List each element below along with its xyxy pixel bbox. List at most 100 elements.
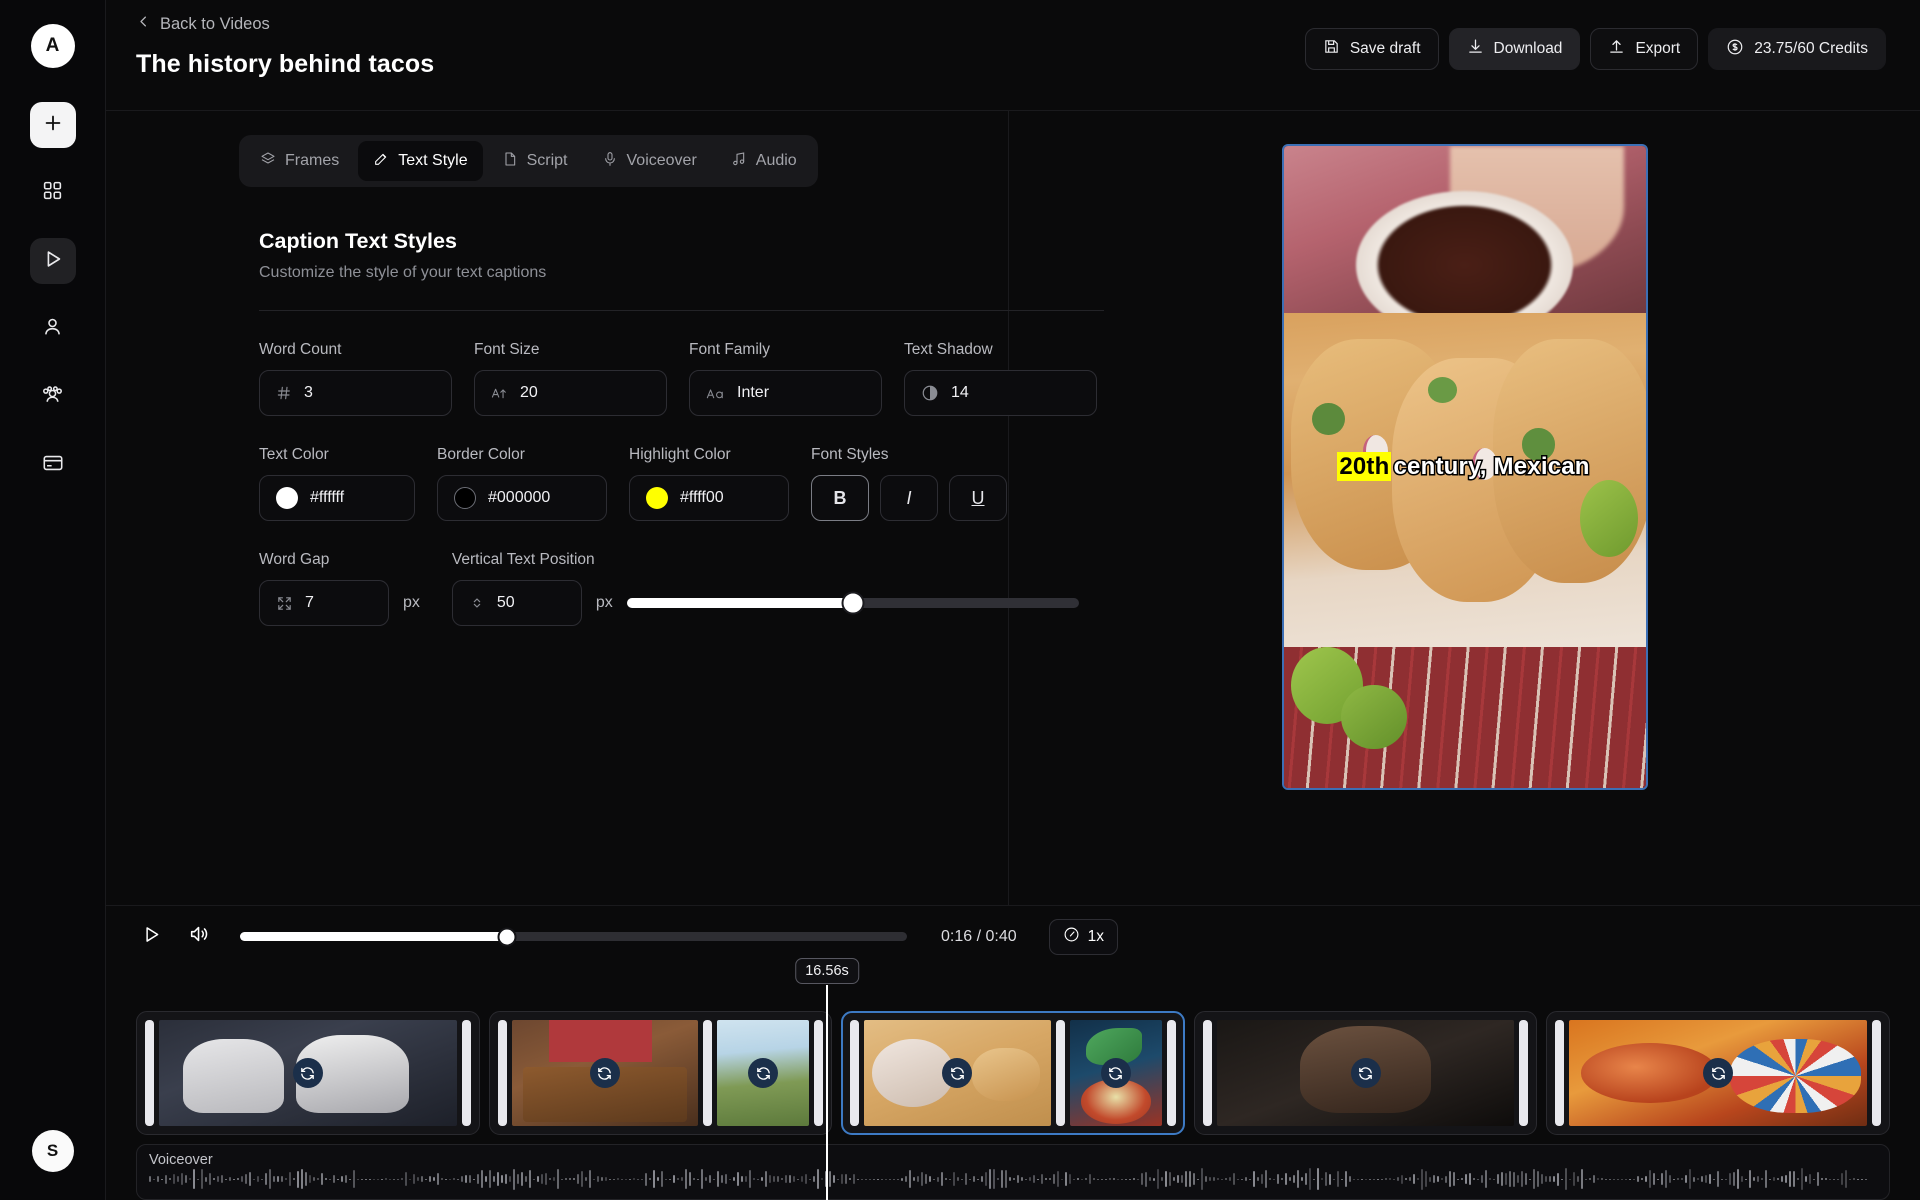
text-color-picker[interactable]: #ffffff [259, 475, 415, 521]
clip-handle-mid[interactable] [1056, 1020, 1065, 1126]
italic-button[interactable]: I [880, 475, 938, 521]
credits-button[interactable]: 23.75/60 Credits [1708, 28, 1886, 70]
table-row[interactable] [1194, 1011, 1538, 1135]
clip-handle-left[interactable] [498, 1020, 507, 1126]
tab-script[interactable]: Script [487, 141, 583, 181]
field-vertical-position: Vertical Text Position 50 px [452, 551, 1079, 626]
field-font-size: Font Size 20 [474, 341, 667, 416]
play-button[interactable] [136, 922, 166, 952]
border-color-picker[interactable]: #000000 [437, 475, 607, 521]
clip-handle-left[interactable] [850, 1020, 859, 1126]
word-count-input[interactable]: 3 [259, 370, 452, 416]
highlight-color-value: #ffff00 [680, 489, 724, 507]
playback-progress-slider[interactable] [240, 932, 907, 941]
table-row[interactable] [841, 1011, 1185, 1135]
tab-frames[interactable]: Frames [245, 141, 354, 181]
expand-icon [276, 595, 293, 612]
regenerate-icon[interactable] [1351, 1058, 1381, 1088]
clip-thumbnail [512, 1020, 699, 1126]
clip-handle-right[interactable] [1167, 1020, 1176, 1126]
progress-fill [240, 932, 507, 941]
back-to-videos-link[interactable]: Back to Videos [136, 14, 434, 34]
underline-button[interactable]: U [949, 475, 1007, 521]
clip-handle-right[interactable] [1872, 1020, 1881, 1126]
sidebar-item-team[interactable] [30, 374, 76, 420]
download-icon [1467, 38, 1484, 60]
sidebar-item-account[interactable] [30, 306, 76, 352]
vertical-position-input[interactable]: 50 [452, 580, 582, 626]
clip-handle-right[interactable] [462, 1020, 471, 1126]
top-bar: Back to Videos The history behind tacos … [106, 0, 1920, 110]
export-button[interactable]: Export [1590, 28, 1698, 70]
font-family-input[interactable]: Inter [689, 370, 882, 416]
playback-speed-button[interactable]: 1x [1049, 919, 1118, 955]
table-row[interactable] [136, 1011, 480, 1135]
field-word-gap: Word Gap 7 px [259, 551, 420, 626]
preview-caption: 20thcentury, Mexican [1284, 453, 1646, 481]
word-gap-input[interactable]: 7 [259, 580, 389, 626]
vertical-position-slider[interactable] [627, 598, 1079, 608]
regenerate-icon[interactable] [942, 1058, 972, 1088]
regenerate-icon[interactable] [1703, 1058, 1733, 1088]
regenerate-icon[interactable] [293, 1058, 323, 1088]
tab-voiceover[interactable]: Voiceover [587, 141, 712, 181]
vertical-position-unit: px [596, 594, 613, 612]
clip-handle-right[interactable] [814, 1020, 823, 1126]
field-font-family: Font Family Inter [689, 341, 882, 416]
main-area: Back to Videos The history behind tacos … [106, 0, 1920, 1200]
sidebar-item-videos[interactable] [30, 238, 76, 284]
highlight-color-swatch[interactable] [646, 487, 668, 509]
regenerate-icon[interactable] [748, 1058, 778, 1088]
field-text-color: Text Color #ffffff [259, 446, 415, 521]
regenerate-icon[interactable] [1101, 1058, 1131, 1088]
border-color-swatch[interactable] [454, 487, 476, 509]
title-block: Back to Videos The history behind tacos [136, 14, 434, 110]
left-nav-rail: A [0, 0, 106, 1200]
tab-audio-label: Audio [756, 152, 797, 170]
voiceover-label: Voiceover [149, 1152, 1877, 1168]
progress-knob[interactable] [497, 927, 516, 946]
workspace: Frames Text Style Script [106, 110, 1920, 905]
clip-handle-left[interactable] [145, 1020, 154, 1126]
regenerate-icon[interactable] [590, 1058, 620, 1088]
download-label: Download [1494, 40, 1563, 58]
bold-button[interactable]: B [811, 475, 869, 521]
pencil-icon [373, 151, 389, 172]
download-button[interactable]: Download [1449, 28, 1581, 70]
voiceover-track[interactable]: Voiceover [136, 1144, 1890, 1200]
clip-handle-left[interactable] [1203, 1020, 1212, 1126]
music-note-icon [731, 151, 747, 172]
top-actions: Save draft Download Export [1305, 14, 1886, 110]
save-draft-button[interactable]: Save draft [1305, 28, 1439, 70]
clip-handle-mid[interactable] [703, 1020, 712, 1126]
tab-text-style[interactable]: Text Style [358, 141, 482, 181]
sidebar-item-dashboard[interactable] [30, 170, 76, 216]
volume-button[interactable] [184, 922, 214, 952]
table-row[interactable] [1546, 1011, 1890, 1135]
sidebar-item-billing[interactable] [30, 442, 76, 488]
tab-frames-label: Frames [285, 152, 339, 170]
text-color-swatch[interactable] [276, 487, 298, 509]
user-avatar-wrap[interactable]: S [32, 1130, 74, 1172]
field-highlight-color: Highlight Color #ffff00 [629, 446, 789, 521]
table-row[interactable] [489, 1011, 833, 1135]
total-time: 0:40 [986, 928, 1017, 945]
font-style-buttons: B I U [811, 475, 1007, 521]
clip-handle-right[interactable] [1519, 1020, 1528, 1126]
word-count-label: Word Count [259, 341, 452, 359]
export-label: Export [1635, 40, 1680, 58]
font-size-input[interactable]: 20 [474, 370, 667, 416]
tab-script-label: Script [527, 152, 568, 170]
slider-knob[interactable] [841, 592, 864, 615]
brand-avatar[interactable]: A [31, 24, 75, 68]
font-size-label: Font Size [474, 341, 667, 359]
vertical-position-label: Vertical Text Position [452, 551, 1079, 569]
highlight-color-picker[interactable]: #ffff00 [629, 475, 789, 521]
avatar[interactable]: S [32, 1130, 74, 1172]
tab-audio[interactable]: Audio [716, 141, 812, 181]
playhead[interactable]: 16.56s [826, 985, 828, 1200]
video-preview[interactable]: 20thcentury, Mexican [1282, 144, 1648, 790]
card-icon [42, 452, 64, 479]
sidebar-item-new[interactable] [30, 102, 76, 148]
clip-handle-left[interactable] [1555, 1020, 1564, 1126]
